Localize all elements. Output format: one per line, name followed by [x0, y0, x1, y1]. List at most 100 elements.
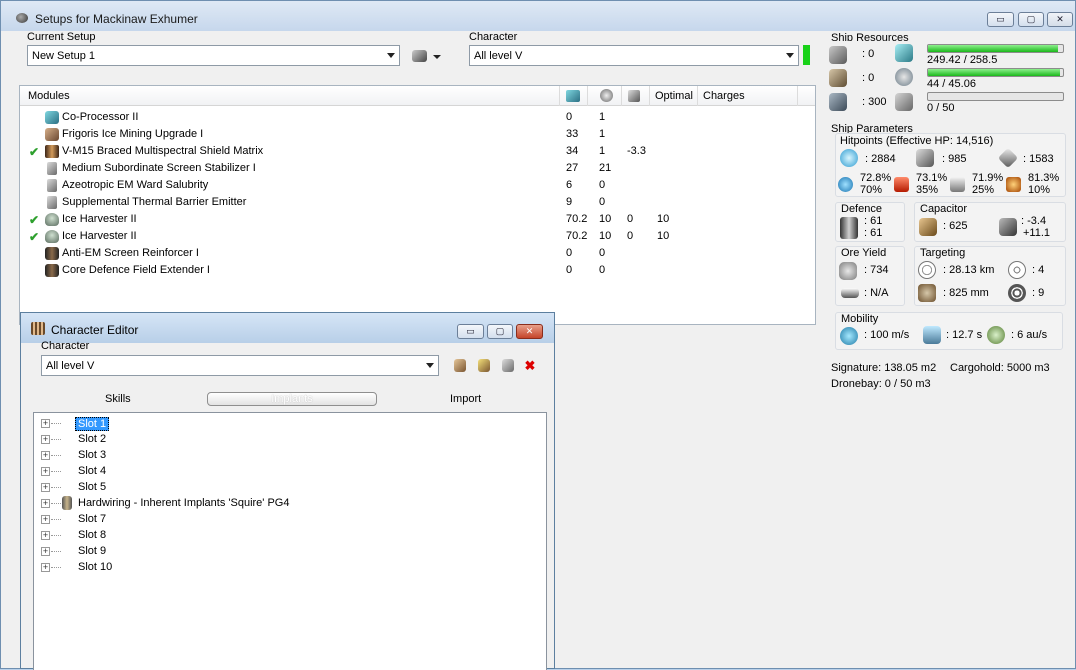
- rename-character-icon[interactable]: [478, 359, 490, 372]
- module-row[interactable]: Supplemental Thermal Barrier Emitter 9 0: [20, 194, 815, 211]
- charges-column-header[interactable]: Charges: [703, 90, 745, 102]
- implant-slot-row[interactable]: + Slot 10: [34, 559, 546, 575]
- expand-icon[interactable]: +: [41, 547, 50, 556]
- module-row[interactable]: Core Defence Field Extender I 0 0: [20, 262, 815, 279]
- module-calibration: 0: [627, 230, 634, 242]
- char-editor-close-button[interactable]: ✕: [516, 324, 543, 339]
- minimize-button[interactable]: ▭: [987, 12, 1014, 27]
- implant-slot-row[interactable]: + Slot 1: [34, 415, 546, 431]
- character-editor-title-bar[interactable]: Character Editor ▭ ▢ ✕: [21, 313, 554, 343]
- expand-icon[interactable]: +: [41, 435, 50, 444]
- powergrid-icon[interactable]: [600, 89, 613, 102]
- current-setup-value: New Setup 1: [32, 50, 95, 62]
- module-powergrid: 0: [599, 247, 606, 259]
- expand-icon[interactable]: +: [41, 451, 50, 460]
- module-name: Supplemental Thermal Barrier Emitter: [62, 196, 247, 208]
- speed-icon: [840, 327, 858, 345]
- implant-icon: [62, 496, 72, 510]
- character-dropdown[interactable]: All level V: [469, 45, 799, 66]
- character-label: Character: [469, 31, 518, 43]
- tab-implants[interactable]: Implants: [207, 392, 377, 406]
- maximize-button[interactable]: ▢: [1018, 12, 1044, 27]
- module-name: Core Defence Field Extender I: [62, 264, 210, 276]
- implant-slot-row[interactable]: + Slot 7: [34, 511, 546, 527]
- module-cpu: 9: [566, 196, 573, 208]
- char-editor-character-label: Character: [41, 340, 90, 352]
- copy-character-icon[interactable]: [502, 359, 514, 372]
- module-row[interactable]: Anti-EM Screen Reinforcer I 0 0: [20, 245, 815, 262]
- module-icon: [47, 196, 57, 209]
- powergrid-value: 44 / 45.06: [927, 78, 976, 90]
- tab-import[interactable]: Import: [450, 393, 481, 405]
- module-row[interactable]: Co-Processor II 0 1: [20, 109, 815, 126]
- implant-slot-row[interactable]: + Slot 2: [34, 431, 546, 447]
- title-bar[interactable]: Setups for Mackinaw Exhumer ▭ ▢ ✕: [1, 1, 1075, 31]
- module-icon: [45, 247, 59, 260]
- setup-options-button[interactable]: [409, 48, 443, 66]
- defence-icon: [840, 217, 858, 239]
- tab-skills[interactable]: Skills: [105, 393, 131, 405]
- new-character-icon[interactable]: [454, 359, 466, 372]
- speed-value: : 100 m/s: [864, 329, 910, 341]
- implant-slot-label: Slot 10: [78, 561, 113, 573]
- implants-tree[interactable]: + Slot 1 + Slot 2 + Slot 3 + Slot 4 + Slot 5 + Hard…: [33, 412, 547, 670]
- implant-slot-row[interactable]: + Hardwiring - Inherent Implants 'Squire'…: [34, 495, 546, 511]
- expand-icon[interactable]: +: [41, 515, 50, 524]
- module-cpu: 0: [566, 111, 573, 123]
- tree-connector: [51, 439, 61, 440]
- expand-icon[interactable]: +: [41, 531, 50, 540]
- implant-slot-row[interactable]: + Slot 8: [34, 527, 546, 543]
- char-editor-maximize-button[interactable]: ▢: [487, 324, 513, 339]
- char-editor-minimize-button[interactable]: ▭: [457, 324, 484, 339]
- cpu-icon[interactable]: [566, 90, 580, 102]
- expand-icon[interactable]: +: [41, 499, 50, 508]
- character-status-indicator: [803, 45, 810, 65]
- expand-icon[interactable]: +: [41, 483, 50, 492]
- expand-icon[interactable]: +: [41, 419, 50, 428]
- em-resist-bottom: 70%: [860, 184, 883, 196]
- shield-hp: : 2884: [865, 153, 896, 165]
- tree-connector: [51, 551, 61, 552]
- module-powergrid: 1: [599, 128, 606, 140]
- calibration-icon[interactable]: [628, 90, 640, 102]
- module-name: Frigoris Ice Mining Upgrade I: [62, 128, 204, 140]
- module-cpu: 0: [566, 247, 573, 259]
- implant-slot-label: Slot 1: [75, 417, 110, 431]
- module-row[interactable]: ✔ V-M15 Braced Multispectral Shield Matri…: [20, 143, 815, 160]
- expand-icon[interactable]: +: [41, 563, 50, 572]
- module-state-check-icon: ✔: [29, 145, 40, 159]
- module-row[interactable]: Azeotropic EM Ward Salubrity 6 0: [20, 177, 815, 194]
- current-setup-dropdown[interactable]: New Setup 1: [27, 45, 400, 66]
- module-state-check-icon: ✔: [29, 230, 40, 244]
- implant-slot-row[interactable]: + Slot 5: [34, 479, 546, 495]
- char-editor-character-dropdown[interactable]: All level V: [41, 355, 439, 376]
- module-name: Co-Processor II: [62, 111, 139, 123]
- implant-slot-row[interactable]: + Slot 4: [34, 463, 546, 479]
- scan-resolution-value: : 825 mm: [943, 287, 989, 299]
- module-row[interactable]: ✔ Ice Harvester II 70.2 10 0 10: [20, 228, 815, 245]
- module-row[interactable]: Frigoris Ice Mining Upgrade I 33 1: [20, 126, 815, 143]
- defence-group: Defence : 61 : 61: [835, 202, 905, 242]
- implant-slot-label: Hardwiring - Inherent Implants 'Squire' …: [78, 497, 290, 509]
- optimal-column-header[interactable]: Optimal: [655, 90, 693, 102]
- implant-slot-row[interactable]: + Slot 9: [34, 543, 546, 559]
- calibration-icon: [895, 93, 913, 111]
- modules-list[interactable]: Modules Optimal Charges Co-Processor II 0…: [19, 85, 816, 325]
- delete-character-icon[interactable]: ✖: [524, 359, 536, 372]
- ice-mining-icon: [841, 288, 859, 298]
- expand-icon[interactable]: +: [41, 467, 50, 476]
- close-button[interactable]: ✕: [1047, 12, 1073, 27]
- modules-column-header[interactable]: Modules: [28, 90, 70, 102]
- module-row[interactable]: ✔ Ice Harvester II 70.2 10 0 10: [20, 211, 815, 228]
- tree-connector: [51, 503, 61, 504]
- shield-icon: [840, 149, 858, 167]
- module-row[interactable]: Medium Subordinate Screen Stabilizer I 27…: [20, 160, 815, 177]
- implant-slot-row[interactable]: + Slot 3: [34, 447, 546, 463]
- cargohold-capacity: Cargohold: 5000 m3: [950, 362, 1050, 374]
- module-optimal: 10: [657, 213, 670, 225]
- module-powergrid: 0: [599, 196, 606, 208]
- implant-slot-label: Slot 8: [78, 529, 107, 541]
- kinetic-resist-bottom: 25%: [972, 184, 995, 196]
- module-cpu: 33: [566, 128, 579, 140]
- chevron-down-icon: [786, 53, 794, 58]
